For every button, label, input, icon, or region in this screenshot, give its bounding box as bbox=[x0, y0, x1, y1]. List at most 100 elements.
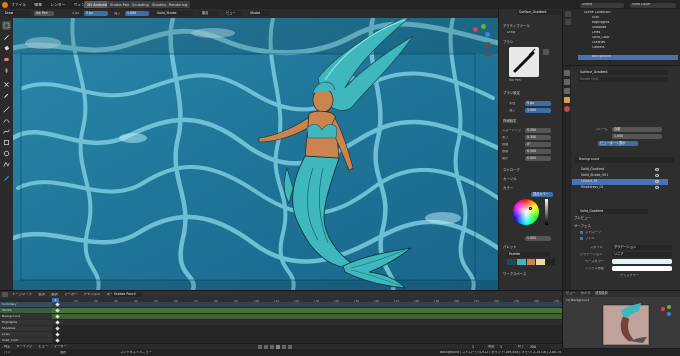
fill-tool-icon[interactable] bbox=[2, 44, 11, 53]
strength-field[interactable]: 1.000 bbox=[525, 108, 551, 113]
stroke-header[interactable]: ストローク bbox=[499, 168, 559, 174]
outliner-item-camera[interactable]: Camera bbox=[578, 46, 678, 51]
outliner-filter-icon[interactable] bbox=[565, 11, 571, 17]
origin-selector[interactable]: 原点 bbox=[200, 11, 218, 16]
brush-preview[interactable] bbox=[509, 47, 539, 77]
viewport[interactable] bbox=[13, 18, 498, 290]
circle-tool-icon[interactable] bbox=[2, 149, 11, 158]
palette-selector[interactable]: Palette bbox=[507, 252, 551, 257]
playback-menu-view[interactable]: ビュー bbox=[38, 345, 48, 348]
workspace-header[interactable]: ワークスペース bbox=[499, 272, 559, 278]
playback-menu-playback[interactable]: 再生 bbox=[4, 345, 10, 348]
min-field[interactable]: 0.000 bbox=[525, 156, 551, 161]
fill-checkbox-label[interactable]: フィル bbox=[585, 237, 595, 240]
fill-checkbox[interactable] bbox=[580, 237, 583, 240]
preview-header[interactable]: プレビュー bbox=[570, 216, 670, 222]
dopesheet-menu-channel[interactable]: チャンネル bbox=[84, 293, 101, 296]
layer-visibility-icon[interactable] bbox=[655, 186, 659, 189]
camera-view[interactable]: ビュー カメラ 透視投影 (1) Background bbox=[562, 290, 680, 348]
frame-field[interactable]: 自動 bbox=[612, 127, 662, 132]
factor-field[interactable]: 0.500 bbox=[525, 149, 551, 154]
mix-color-swatch[interactable] bbox=[612, 266, 672, 271]
polyline-tool-icon[interactable] bbox=[2, 160, 11, 169]
arc-tool-icon[interactable] bbox=[2, 116, 11, 125]
gp-layer-header[interactable]: Background bbox=[575, 157, 675, 163]
draw-tool-icon[interactable] bbox=[2, 33, 11, 42]
zoom-icon[interactable] bbox=[485, 42, 491, 48]
tint-tool-icon[interactable] bbox=[2, 66, 11, 75]
brush-browse-icon[interactable] bbox=[543, 49, 549, 55]
output-tab-icon[interactable] bbox=[564, 79, 570, 85]
base-color-swatch[interactable] bbox=[612, 259, 672, 264]
surface-gradient-field[interactable]: Surface_Gradient bbox=[517, 10, 561, 15]
layer-visibility-icon[interactable] bbox=[655, 174, 659, 177]
blend-field[interactable]: 1.000 bbox=[612, 134, 662, 139]
style-field[interactable]: グラデーション bbox=[612, 245, 672, 250]
outliner-display-icon[interactable] bbox=[565, 19, 571, 25]
playback-menu-marker[interactable]: マーカー bbox=[54, 345, 67, 348]
track-stroke[interactable]: Stroke bbox=[0, 308, 52, 313]
dopesheet-menu-mode[interactable]: ドープシート bbox=[12, 293, 32, 296]
vertex-color-mode[interactable]: 頂点カラー bbox=[531, 192, 553, 197]
layer-visibility-icon[interactable] bbox=[655, 168, 659, 171]
menu-render[interactable]: レンダー bbox=[50, 3, 65, 7]
dopesheet-menu-view[interactable]: 表示 bbox=[38, 293, 45, 296]
camera-menu-perspective[interactable]: 透視投影 bbox=[595, 291, 608, 295]
gizmo-x-icon[interactable] bbox=[473, 27, 478, 32]
value-slider[interactable] bbox=[545, 199, 548, 225]
scene-tab-icon[interactable] bbox=[564, 88, 570, 94]
pan-icon[interactable] bbox=[485, 51, 491, 57]
eyedropper-icon[interactable] bbox=[2, 91, 11, 100]
blender-logo-icon[interactable] bbox=[2, 1, 8, 8]
material-selector[interactable]: Solid_Stroke bbox=[155, 11, 193, 16]
gp-layer-row[interactable]: Lineart_01 bbox=[572, 179, 668, 185]
angle-field[interactable]: 0° bbox=[525, 142, 551, 147]
advanced-header[interactable]: 詳細設定 bbox=[499, 119, 559, 125]
cursor-header[interactable]: カーソル bbox=[499, 177, 559, 183]
viewport-display-toggle[interactable]: ビューポート表示 bbox=[598, 141, 638, 146]
smooth-field[interactable]: 0.300 bbox=[525, 128, 551, 133]
camera-menu-camera[interactable]: カメラ bbox=[581, 291, 591, 295]
radius-field[interactable]: 5 px bbox=[525, 101, 551, 106]
navigation-gizmo[interactable] bbox=[473, 24, 493, 64]
palette-header[interactable]: パレット bbox=[499, 245, 559, 251]
stroke-only-field[interactable]: Stroke Only bbox=[578, 77, 668, 82]
gizmo-z-icon[interactable] bbox=[485, 32, 490, 37]
view-selector[interactable]: ビュー bbox=[224, 11, 242, 16]
thickness-field[interactable]: 0.350 bbox=[525, 135, 551, 140]
stroke-checkbox[interactable] bbox=[580, 231, 583, 234]
dopesheet-mode-selector[interactable]: Grease Pencil bbox=[112, 292, 142, 297]
track-background[interactable]: Background bbox=[0, 314, 52, 319]
material-tab-icon[interactable] bbox=[564, 106, 570, 112]
stroke-checkbox-label[interactable]: ストローク bbox=[585, 231, 601, 234]
mode-selector[interactable]: Draw bbox=[3, 11, 31, 16]
gp-layer-row[interactable]: Headdress_01 bbox=[572, 185, 668, 191]
layer-visibility-icon[interactable] bbox=[655, 180, 659, 183]
line-tool-icon[interactable] bbox=[2, 105, 11, 114]
gizmo-y-icon[interactable] bbox=[481, 24, 486, 29]
editor-type-icon[interactable] bbox=[2, 292, 8, 297]
cutter-tool-icon[interactable] bbox=[2, 80, 11, 89]
active-tool-header[interactable]: アクティブツール bbox=[499, 24, 559, 30]
gp-object-field[interactable]: Surface_Gradient bbox=[578, 70, 668, 75]
track-highlights[interactable]: Highlights bbox=[0, 320, 52, 325]
camera-menu-view[interactable]: ビュー bbox=[566, 291, 576, 295]
curve-tool-icon[interactable] bbox=[2, 127, 11, 136]
strength-header-field[interactable]: 1.000 bbox=[125, 11, 149, 16]
track-summary[interactable]: Summary bbox=[0, 302, 52, 307]
color-wheel[interactable] bbox=[513, 199, 539, 225]
gp-layer-row[interactable]: Solid_Gradient bbox=[572, 167, 668, 173]
track-lines[interactable]: Lines bbox=[0, 332, 52, 337]
palette-swatches[interactable] bbox=[507, 259, 555, 265]
gradient-field[interactable]: リニア bbox=[612, 252, 672, 257]
brush-selector[interactable]: Ink Pen bbox=[34, 11, 54, 16]
track-shadows[interactable]: Shadows bbox=[0, 326, 52, 331]
dopesheet-menu-select[interactable]: 選択 bbox=[51, 293, 58, 296]
outliner-item-background[interactable]: Background bbox=[578, 55, 678, 60]
scene-selector[interactable]: Scene bbox=[580, 2, 624, 8]
material-name-field[interactable]: Solid_Gradient bbox=[578, 209, 648, 214]
brush-settings-header[interactable]: ブラシ設定 bbox=[499, 91, 559, 97]
brush-section-header[interactable]: ブラシ bbox=[499, 40, 559, 46]
dopesheet-menu-marker[interactable]: マーカー bbox=[64, 293, 78, 296]
erase-tool-icon[interactable] bbox=[2, 55, 11, 64]
